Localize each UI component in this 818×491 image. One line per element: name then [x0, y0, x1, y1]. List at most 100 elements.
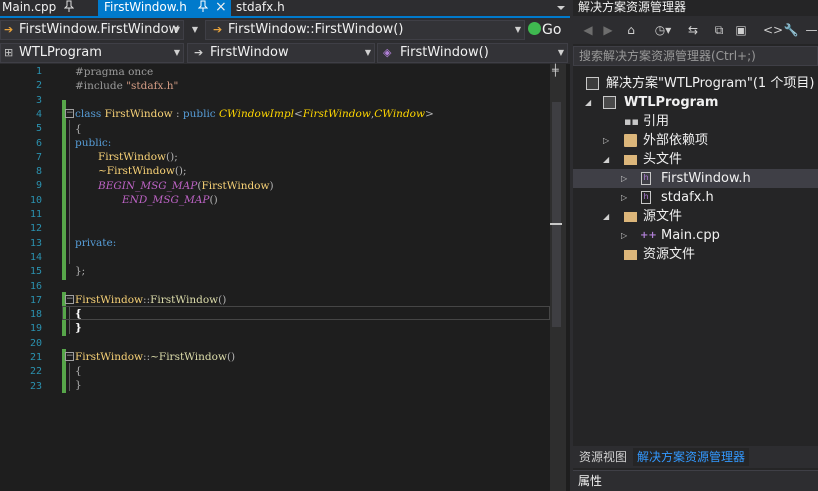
history-icon[interactable]: ◷▾	[653, 22, 673, 38]
properties-wrench-icon[interactable]: 🔧	[783, 22, 799, 38]
go-button[interactable]: Go	[528, 20, 568, 40]
line-number: 22	[29, 366, 42, 378]
document-tab-bar: Main.cpp FirstWindow.h × stdafx.h	[0, 0, 570, 18]
tree-item-references[interactable]: ▪▪ 引用	[573, 112, 818, 131]
code-line-13: private:	[75, 237, 117, 249]
line-number: 19	[29, 323, 42, 335]
scrollbar-thumb[interactable]	[552, 102, 561, 327]
code-line-2: #include "stdafx.h"	[75, 80, 179, 92]
code-line-9: BEGIN_MSG_MAP(FirstWindow)	[98, 180, 274, 192]
tree-item-project[interactable]: ◢ WTLProgram	[573, 93, 818, 112]
line-number: 15	[29, 266, 42, 278]
tree-item-main-cpp[interactable]: ▷ ++ Main.cpp	[573, 226, 818, 245]
home-icon[interactable]: ⌂	[623, 22, 639, 38]
function-dropdown[interactable]: ◈ FirstWindow() ▼	[377, 43, 568, 63]
code-line-7: FirstWindow();	[98, 151, 178, 163]
chevron-down-icon: ▼	[364, 48, 371, 57]
tab-resource-view[interactable]: 资源视图	[575, 448, 631, 466]
line-number: 6	[35, 137, 42, 149]
tree-item-label: WTLProgram	[624, 95, 719, 110]
tab-stdafx-h[interactable]: stdafx.h	[234, 0, 304, 16]
caret-position-marker	[550, 223, 562, 225]
arrow-right-icon: ➔	[194, 46, 204, 59]
class-dropdown[interactable]: ➔ FirstWindow ▼	[187, 43, 375, 63]
collapse-toggle-icon[interactable]: −	[65, 352, 74, 361]
dropdown-small[interactable]: ▼	[186, 20, 203, 40]
collapsed-arrow-icon[interactable]: ▷	[621, 188, 627, 207]
tree-item-solution[interactable]: 解决方案"WTLProgram"(1 个项目)	[573, 74, 818, 93]
collapsed-arrow-icon[interactable]: ▷	[621, 169, 627, 188]
external-deps-icon	[624, 134, 637, 147]
project-dropdown[interactable]: ⊞ WTLProgram ▼	[0, 43, 184, 63]
tab-solution-explorer[interactable]: 解决方案资源管理器	[633, 448, 750, 466]
line-number: 23	[29, 380, 42, 392]
code-line-6: public:	[75, 137, 112, 149]
tree-item-label: FirstWindow.h	[661, 171, 751, 186]
solution-search-input[interactable]: 搜索解决方案资源管理器(Ctrl+;)	[573, 46, 818, 66]
expanded-arrow-icon[interactable]: ◢	[603, 207, 609, 226]
line-number: 12	[29, 223, 42, 235]
member-dropdown-value: FirstWindow::FirstWindow()	[228, 22, 404, 37]
collapse-toggle-icon[interactable]: −	[65, 109, 74, 118]
tree-item-resource-files[interactable]: 资源文件	[573, 245, 818, 264]
navigation-bar-bottom: ⊞ WTLProgram ▼ ➔ FirstWindow ▼ ◈ FirstWi…	[0, 42, 570, 64]
show-all-files-icon[interactable]: ▣	[733, 22, 749, 38]
line-number: 16	[29, 280, 42, 292]
close-icon[interactable]: ×	[215, 0, 227, 14]
pin-icon[interactable]	[197, 0, 209, 16]
vertical-scrollbar[interactable]	[550, 64, 566, 491]
references-icon: ▪▪	[624, 115, 639, 128]
project-icon	[603, 96, 616, 109]
line-number: 21	[29, 352, 42, 363]
chevron-down-icon: ▼	[173, 48, 180, 57]
scope-dropdown[interactable]: ➔ FirstWindow.FirstWindow ▼	[0, 20, 184, 40]
view-code-icon[interactable]: <>	[763, 22, 783, 38]
chevron-down-icon: ▼	[173, 25, 180, 34]
navigation-bar-top: ➔ FirstWindow.FirstWindow ▼ ➔ FirstWindo…	[0, 18, 570, 42]
code-line-1: #pragma once	[75, 66, 154, 78]
solution-toolbar: ◀ ▶ ⌂ ◷▾ ⇆ ⧉ ▣ <> 🔧 —	[573, 16, 818, 44]
chevron-down-icon: ▼	[191, 25, 198, 34]
tree-item-label: 引用	[643, 114, 670, 129]
tree-item-stdafx-h[interactable]: ▷ h stdafx.h	[573, 188, 818, 207]
code-line-10: END_MSG_MAP()	[122, 194, 218, 206]
tab-label: FirstWindow.h	[104, 0, 187, 14]
tree-item-header-files[interactable]: ◢ 头文件	[573, 150, 818, 169]
code-text-area[interactable]: 1 2 3 4 5 6 7 8 9 10 11 12 13 14 15 16 17 18 19 20 21 22 23 − …	[0, 64, 550, 491]
collapse-toggle-icon[interactable]: −	[65, 295, 74, 304]
code-editor-pane: Main.cpp FirstWindow.h × stdafx.h ➔ Firs…	[0, 0, 570, 491]
arrow-right-icon: ➔	[213, 23, 223, 36]
tree-item-external-deps[interactable]: ▷ 外部依赖项	[573, 131, 818, 150]
back-icon[interactable]: ◀	[581, 22, 595, 38]
sync-icon[interactable]: ⇆	[685, 22, 701, 38]
line-number: 1	[35, 66, 42, 77]
pin-icon[interactable]	[63, 0, 75, 16]
forward-icon[interactable]: ▶	[601, 22, 615, 38]
tree-item-source-files[interactable]: ◢ 源文件	[573, 207, 818, 226]
folder-icon	[624, 212, 637, 222]
chevron-down-icon: ▼	[557, 48, 564, 57]
tab-firstwindow-h[interactable]: FirstWindow.h ×	[98, 0, 231, 16]
collapsed-arrow-icon[interactable]: ▷	[603, 131, 609, 150]
pane-title: 解决方案资源管理器	[578, 0, 687, 14]
collapse-all-icon[interactable]: ⧉	[711, 22, 727, 38]
preview-icon[interactable]: —	[805, 22, 818, 38]
line-number: 4	[35, 108, 42, 120]
member-dropdown[interactable]: ➔ FirstWindow::FirstWindow() ▼	[205, 20, 525, 40]
code-line-8: ~FirstWindow();	[98, 165, 187, 177]
line-number: 17	[29, 294, 42, 306]
tab-label: stdafx.h	[236, 0, 285, 14]
tree-item-firstwindow-h[interactable]: ▷ h FirstWindow.h	[573, 169, 818, 188]
split-window-icon[interactable]: ╪	[552, 65, 562, 78]
properties-panel-title: 属性	[573, 470, 818, 491]
method-icon: ◈	[383, 46, 392, 59]
tab-main-cpp[interactable]: Main.cpp	[0, 0, 96, 16]
tab-label: Main.cpp	[2, 0, 57, 14]
tree-item-label: 源文件	[643, 209, 683, 224]
tab-overflow-chevron-down-icon[interactable]	[556, 2, 566, 14]
collapsed-arrow-icon[interactable]: ▷	[621, 226, 627, 245]
code-line-23: }	[75, 379, 82, 391]
expanded-arrow-icon[interactable]: ◢	[585, 93, 591, 112]
code-line-19: }	[75, 322, 82, 334]
expanded-arrow-icon[interactable]: ◢	[603, 150, 609, 169]
